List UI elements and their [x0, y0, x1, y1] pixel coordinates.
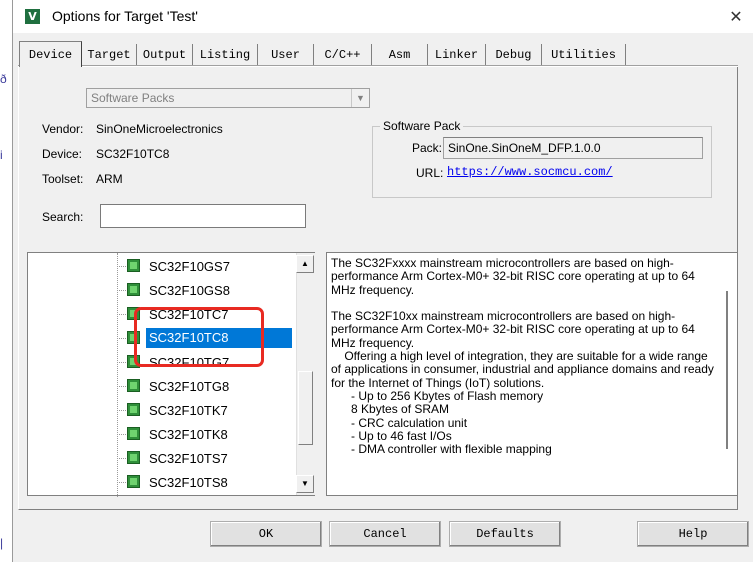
list-item[interactable]: SC32F10TS8 — [28, 471, 296, 495]
device-name: SC32F10TK7 — [149, 403, 228, 418]
chip-icon — [127, 259, 140, 272]
tab-linker[interactable]: Linker — [428, 44, 486, 66]
toolset-label: Toolset: — [42, 172, 84, 186]
list-item[interactable]: SC32F10TK8 — [28, 423, 296, 447]
device-name: SC32F10GS7 — [149, 259, 230, 274]
description-scrollbar[interactable] — [726, 291, 728, 449]
chip-icon — [127, 451, 140, 464]
highlight-annotation — [134, 307, 264, 367]
device-value: SC32F10TC8 — [96, 147, 170, 161]
background-glyph: ð — [0, 72, 7, 86]
defaults-button[interactable]: Defaults — [449, 521, 561, 547]
chip-icon — [127, 475, 140, 488]
keil-uvision-icon: V — [25, 9, 40, 24]
chip-icon — [127, 283, 140, 296]
pack-value: SinOne.SinOneM_DFP.1.0.0 — [448, 141, 601, 155]
cancel-button[interactable]: Cancel — [329, 521, 441, 547]
scroll-up-icon[interactable]: ▲ — [296, 255, 314, 273]
device-name: SC32F10TG8 — [149, 379, 230, 394]
tab-output[interactable]: Output — [137, 44, 193, 66]
ok-button[interactable]: OK — [210, 521, 322, 547]
list-item[interactable]: SC32F10GS8 — [28, 279, 296, 303]
vendor-value: SinOneMicroelectronics — [96, 122, 223, 136]
scroll-down-icon[interactable]: ▼ — [296, 475, 314, 493]
pack-source-value: Software Packs — [91, 91, 175, 105]
chip-icon — [127, 403, 140, 416]
chip-icon — [127, 427, 140, 440]
device-description-panel: The SC32Fxxxx mainstream microcontroller… — [326, 252, 738, 496]
pack-field: SinOne.SinOneM_DFP.1.0.0 — [443, 137, 703, 159]
list-item[interactable]: SC32F10TG8 — [28, 375, 296, 399]
tab-listing[interactable]: Listing — [193, 44, 258, 66]
tab-device[interactable]: Device — [19, 41, 82, 67]
search-label: Search: — [42, 210, 84, 224]
tab-user[interactable]: User — [258, 44, 314, 66]
chevron-down-icon[interactable]: ▼ — [351, 89, 369, 107]
device-tree[interactable]: SC32F10GS7 SC32F10GS8 SC32F10TC7 SC32F10… — [27, 252, 315, 497]
background-glyph: i — [0, 148, 3, 162]
pack-label: Pack: — [412, 141, 443, 155]
toolset-value: ARM — [96, 172, 123, 186]
pack-source-select[interactable]: Software Packs ▼ — [86, 88, 370, 108]
device-description: The SC32Fxxxx mainstream microcontroller… — [331, 256, 714, 457]
tab-utilities[interactable]: Utilities — [542, 44, 626, 66]
tab-debug[interactable]: Debug — [486, 44, 542, 66]
device-name: SC32F10TS8 — [149, 475, 228, 490]
tab-asm[interactable]: Asm — [372, 44, 428, 66]
device-name: SC32F10GS8 — [149, 283, 230, 298]
list-item[interactable]: SC32F10TS7 — [28, 447, 296, 471]
chip-icon — [127, 379, 140, 392]
search-input[interactable] — [100, 204, 306, 228]
background-glyph: | — [0, 536, 4, 550]
tab-c-cpp[interactable]: C/C++ — [314, 44, 372, 66]
pack-url-link[interactable]: https://www.socmcu.com/ — [447, 165, 613, 179]
vendor-label: Vendor: — [42, 122, 84, 136]
tab-target[interactable]: Target — [82, 44, 137, 66]
title-bar: V Options for Target 'Test' ✕ — [13, 0, 753, 33]
help-button[interactable]: Help — [637, 521, 749, 547]
list-item[interactable]: SC32F10TK7 — [28, 399, 296, 423]
dialog-title: Options for Target 'Test' — [52, 8, 198, 24]
software-pack-title: Software Pack — [380, 119, 464, 133]
device-label: Device: — [42, 147, 83, 161]
list-item[interactable]: SC32F10GS7 — [28, 255, 296, 279]
device-name: SC32F10TK8 — [149, 427, 228, 442]
close-icon[interactable]: ✕ — [725, 6, 747, 28]
scroll-thumb[interactable] — [298, 371, 313, 445]
url-label: URL: — [416, 166, 444, 180]
device-name: SC32F10TS7 — [149, 451, 228, 466]
